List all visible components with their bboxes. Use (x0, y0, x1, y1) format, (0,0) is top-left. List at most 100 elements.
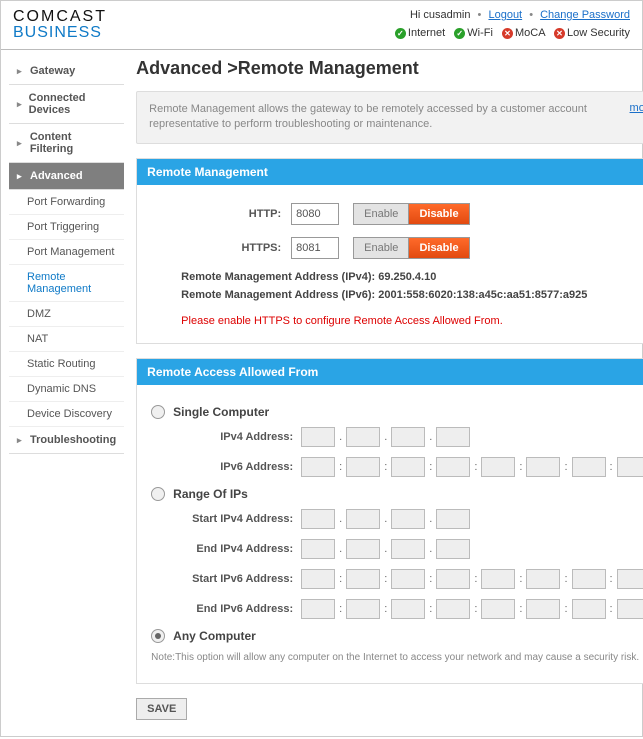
subnav-nat[interactable]: NAT (9, 327, 124, 352)
ipv6-seg[interactable] (346, 569, 380, 589)
ipv6-seg[interactable] (617, 457, 643, 477)
x-icon: ✕ (502, 28, 513, 39)
colon: : (515, 573, 526, 585)
nav-connected-devices[interactable]: ▸Connected Devices (9, 85, 124, 124)
status-row: ✓Internet ✓Wi-Fi ✕MoCA ✕Low Security (389, 27, 630, 39)
row-start-ipv4: Start IPv4 Address: . . . (151, 509, 643, 529)
dot: . (425, 513, 436, 525)
ipv6-seg[interactable] (526, 569, 560, 589)
colon: : (380, 461, 391, 473)
chevron-right-icon: ▸ (17, 435, 27, 446)
radio-icon[interactable] (151, 487, 165, 501)
row-http: HTTP: Enable Disable (151, 203, 643, 225)
http-label: HTTP: (151, 208, 291, 220)
greeting-prefix: Hi (410, 9, 423, 21)
dot: . (425, 543, 436, 555)
ipv6-seg[interactable] (526, 599, 560, 619)
ipv4-seg[interactable] (391, 427, 425, 447)
nav-advanced[interactable]: ▸Advanced (9, 163, 124, 190)
save-button[interactable]: SAVE (136, 698, 187, 720)
logout-link[interactable]: Logout (488, 9, 522, 21)
ipv4-seg[interactable] (301, 539, 335, 559)
row-https: HTTPS: Enable Disable (151, 237, 643, 259)
ipv6-seg[interactable] (436, 569, 470, 589)
ipv6-seg[interactable] (481, 599, 515, 619)
nav-gateway[interactable]: ▸Gateway (9, 58, 124, 85)
ipv6-seg[interactable] (617, 569, 643, 589)
radio-icon[interactable] (151, 629, 165, 643)
header-right: Hi cusadmin • Logout • Change Password ✓… (389, 9, 630, 39)
x-icon: ✕ (554, 28, 565, 39)
ipv6-seg[interactable] (572, 599, 606, 619)
option-range-of-ips[interactable]: Range Of IPs (151, 487, 643, 501)
check-icon: ✓ (454, 28, 465, 39)
panel-heading: Remote Access Allowed From (137, 359, 643, 385)
ipv6-seg[interactable] (617, 599, 643, 619)
radio-icon[interactable] (151, 405, 165, 419)
ipv6-seg[interactable] (526, 457, 560, 477)
ipv6-seg[interactable] (436, 457, 470, 477)
subnav-device-discovery[interactable]: Device Discovery (9, 402, 124, 427)
http-enable-button[interactable]: Enable (354, 204, 409, 224)
http-disable-button[interactable]: Disable (409, 204, 468, 224)
option-single-computer[interactable]: Single Computer (151, 405, 643, 419)
ipv4-seg[interactable] (391, 509, 425, 529)
ipv4-seg[interactable] (436, 427, 470, 447)
ipv6-seg[interactable] (572, 569, 606, 589)
dot: . (380, 513, 391, 525)
subnav-static-routing[interactable]: Static Routing (9, 352, 124, 377)
ipv6-seg[interactable] (436, 599, 470, 619)
row-ipv4-address: IPv4 Address: . . . (151, 427, 643, 447)
subnav-port-forwarding[interactable]: Port Forwarding (9, 190, 124, 215)
ipv6-seg[interactable] (391, 569, 425, 589)
ipv6-seg[interactable] (301, 599, 335, 619)
ipv4-seg[interactable] (436, 539, 470, 559)
change-password-link[interactable]: Change Password (540, 9, 630, 21)
subnav-dmz[interactable]: DMZ (9, 302, 124, 327)
ipv6-seg[interactable] (346, 457, 380, 477)
subnav-port-triggering[interactable]: Port Triggering (9, 215, 124, 240)
ipv6-seg[interactable] (391, 457, 425, 477)
panel-heading: Remote Management (137, 159, 643, 185)
intro-box: Remote Management allows the gateway to … (136, 91, 643, 144)
logo: COMCAST BUSINESS (13, 9, 107, 41)
ipv4-seg[interactable] (346, 539, 380, 559)
ipv6-seg[interactable] (572, 457, 606, 477)
https-enable-button[interactable]: Enable (354, 238, 409, 258)
addr-ipv4: Remote Management Address (IPv4): 69.250… (181, 271, 643, 283)
ipv4-seg[interactable] (301, 509, 335, 529)
logo-line2: BUSINESS (13, 25, 107, 41)
subnav-remote-management[interactable]: Remote Management (9, 265, 124, 302)
ipv4-seg[interactable] (436, 509, 470, 529)
colon: : (515, 461, 526, 473)
panel-remote-management: Remote Management HTTP: Enable Disable H… (136, 158, 643, 344)
row-ipv6-address: IPv6 Address: : : : : : : : (151, 457, 643, 477)
chevron-right-icon: ▸ (17, 171, 27, 182)
nav-troubleshooting[interactable]: ▸Troubleshooting (9, 427, 124, 454)
row-end-ipv6: End IPv6 Address: : : : : : : : (151, 599, 643, 619)
more-link[interactable]: more (630, 102, 643, 114)
status-internet: ✓Internet (395, 27, 445, 39)
addr-ipv6-label: Remote Management Address (IPv6): (181, 289, 375, 301)
subnav-port-management[interactable]: Port Management (9, 240, 124, 265)
subnav-dynamic-dns[interactable]: Dynamic DNS (9, 377, 124, 402)
chevron-right-icon: ▸ (17, 138, 27, 149)
colon: : (606, 461, 617, 473)
colon: : (425, 603, 436, 615)
ipv6-seg[interactable] (346, 599, 380, 619)
ipv6-seg[interactable] (481, 457, 515, 477)
ipv6-seg[interactable] (301, 569, 335, 589)
https-port-input[interactable] (291, 237, 339, 259)
ipv4-seg[interactable] (301, 427, 335, 447)
http-port-input[interactable] (291, 203, 339, 225)
https-disable-button[interactable]: Disable (409, 238, 468, 258)
ipv6-seg[interactable] (391, 599, 425, 619)
ipv4-seg[interactable] (391, 539, 425, 559)
option-any-computer[interactable]: Any Computer (151, 629, 643, 643)
ipv4-seg[interactable] (346, 509, 380, 529)
ipv6-seg[interactable] (481, 569, 515, 589)
page-title: Advanced >Remote Management (136, 58, 643, 79)
nav-content-filtering[interactable]: ▸Content Filtering (9, 124, 124, 163)
ipv4-seg[interactable] (346, 427, 380, 447)
ipv6-seg[interactable] (301, 457, 335, 477)
